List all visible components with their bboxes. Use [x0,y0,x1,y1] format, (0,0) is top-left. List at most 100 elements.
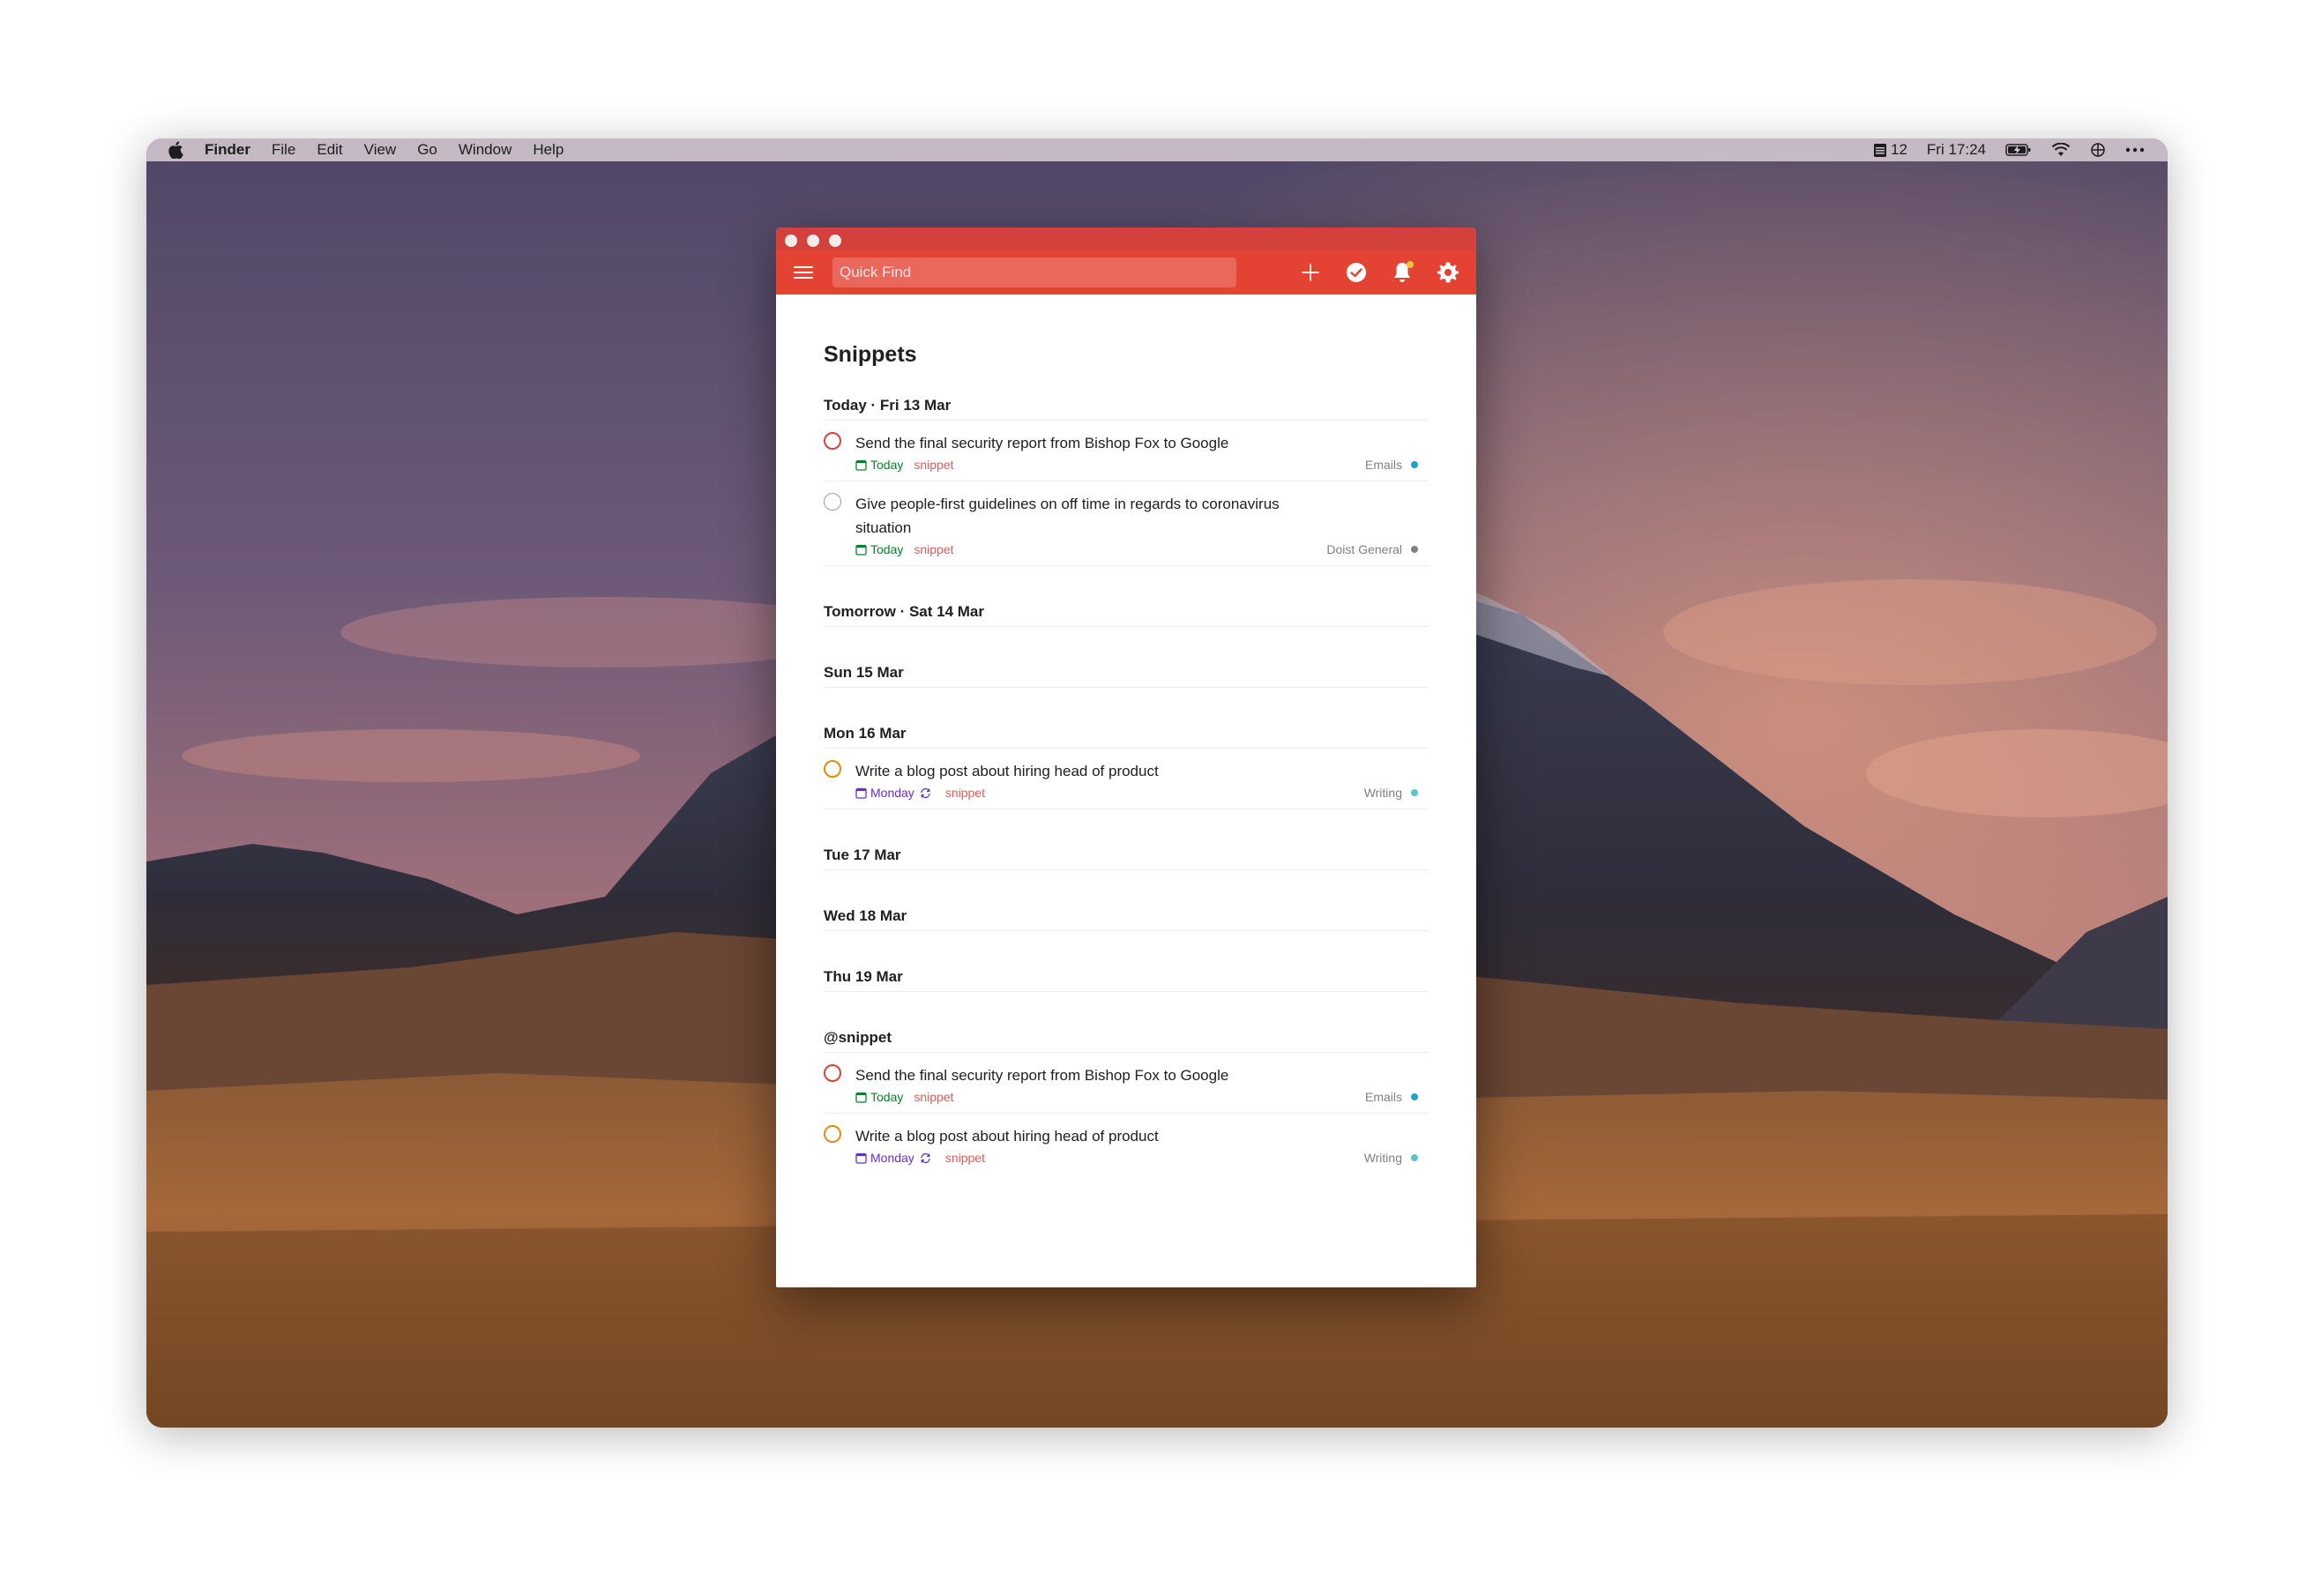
task-content[interactable]: Give people-first guidelines on off time… [855,492,1296,540]
todoist-window: Snippets Today · Fri 13 Mar Send the fin… [776,227,1476,1287]
desktop-screen: Finder File Edit View Go Window Help 12 … [146,138,2168,1428]
menu-clock[interactable]: Fri 17:24 [1927,141,1986,159]
menu-finder[interactable]: Finder [205,141,250,159]
section-header-wed: Wed 18 Mar [824,870,1429,931]
task-checkbox[interactable] [824,493,841,511]
task-meta: Today snippet [855,456,1429,474]
task-item[interactable]: Send the final security report from Bish… [824,421,1429,481]
task-item[interactable]: Give people-first guidelines on off time… [824,481,1429,565]
gear-icon [1437,262,1459,283]
task-meta: Monday snippet [855,784,1429,802]
project-color-dot [1411,1093,1418,1100]
add-task-button[interactable] [1298,260,1323,285]
task-item[interactable]: Write a blog post about hiring head of p… [824,1114,1429,1174]
label-tag[interactable]: snippet [945,1151,985,1165]
due-date[interactable]: Monday [855,786,935,800]
task-checkbox[interactable] [824,1125,841,1143]
section-snippet-label: @snippet Send the final security report … [824,992,1429,1174]
battery-icon[interactable] [2005,143,2032,157]
section-header-mon: Mon 16 Mar [824,688,1429,749]
task-checkbox[interactable] [824,432,841,450]
menu-go[interactable]: Go [417,141,437,159]
menu-view[interactable]: View [364,141,397,159]
project-color-dot [1411,546,1418,553]
task-checkbox[interactable] [824,1064,841,1082]
close-window-button[interactable] [785,235,797,247]
calendar-status[interactable]: 12 [1873,141,1907,159]
notifications-button[interactable] [1390,260,1415,285]
task-content[interactable]: Send the final security report from Bish… [855,1063,1296,1087]
menu-bar: Finder File Edit View Go Window Help 12 … [146,138,2168,161]
zoom-window-button[interactable] [829,235,841,247]
project-color-dot [1411,1154,1418,1161]
calendar-icon [1873,144,1886,157]
section-tue: Tue 17 Mar [824,809,1429,870]
control-center-icon[interactable] [2090,142,2106,158]
productivity-button[interactable] [1344,260,1369,285]
check-circle-icon [1347,263,1366,282]
due-date[interactable]: Today [855,1090,903,1104]
apple-icon[interactable] [168,141,183,159]
section-tomorrow: Tomorrow · Sat 14 Mar [824,566,1429,627]
section-today: Today · Fri 13 Mar Send the final securi… [824,377,1429,566]
calendar-number: 12 [1890,141,1907,158]
project-tag[interactable]: Emails [1365,458,1418,472]
task-content[interactable]: Write a blog post about hiring head of p… [855,759,1296,783]
section-mon: Mon 16 Mar Write a blog post about hirin… [824,688,1429,809]
calendar-icon [855,459,867,471]
task-content[interactable]: Send the final security report from Bish… [855,431,1296,455]
project-tag[interactable]: Emails [1365,1090,1418,1104]
quick-find-input[interactable] [832,257,1236,287]
section-header-tue: Tue 17 Mar [824,809,1429,870]
section-header-today: Today · Fri 13 Mar [824,377,1429,421]
hamburger-icon[interactable] [794,265,813,280]
section-header-tomorrow: Tomorrow · Sat 14 Mar [824,566,1429,627]
project-tag[interactable]: Writing [1364,786,1418,800]
repeat-icon [921,1152,930,1163]
menu-window[interactable]: Window [459,141,511,159]
label-tag[interactable]: snippet [945,786,985,800]
section-sun: Sun 15 Mar [824,627,1429,688]
label-tag[interactable]: snippet [914,1090,953,1104]
task-meta: Monday snippet [855,1149,1429,1167]
calendar-icon [855,1092,867,1103]
task-checkbox[interactable] [824,760,841,778]
window-titlebar[interactable] [776,227,1476,250]
minimize-window-button[interactable] [807,235,819,247]
menu-file[interactable]: File [272,141,295,159]
project-color-dot [1411,461,1418,468]
settings-button[interactable] [1436,260,1460,285]
calendar-icon [855,787,867,799]
calendar-icon [855,544,867,556]
section-wed: Wed 18 Mar [824,870,1429,931]
task-meta: Today snippet [855,1088,1429,1106]
more-icon[interactable] [2125,147,2145,153]
calendar-icon [855,1152,867,1164]
section-header-sun: Sun 15 Mar [824,627,1429,688]
task-content[interactable]: Write a blog post about hiring head of p… [855,1124,1296,1148]
task-item[interactable]: Write a blog post about hiring head of p… [824,749,1429,809]
due-date[interactable]: Today [855,542,903,556]
menu-help[interactable]: Help [533,141,564,159]
due-date[interactable]: Today [855,458,903,472]
project-tag[interactable]: Writing [1364,1151,1418,1165]
task-item[interactable]: Send the final security report from Bish… [824,1053,1429,1114]
menu-edit[interactable]: Edit [317,141,342,159]
main-content: Snippets Today · Fri 13 Mar Send the fin… [776,295,1476,1287]
repeat-icon [921,787,930,798]
due-date[interactable]: Monday [855,1151,935,1165]
project-tag[interactable]: Doist General [1326,542,1418,556]
label-tag[interactable]: snippet [914,458,953,472]
project-color-dot [1411,789,1418,796]
section-header-thu: Thu 19 Mar [824,931,1429,992]
toolbar-actions [1277,250,1460,295]
section-thu: Thu 19 Mar [824,931,1429,992]
wifi-icon[interactable] [2051,143,2071,157]
menu-bar-status: 12 Fri 17:24 [1854,141,2145,159]
label-tag[interactable]: snippet [914,542,953,556]
notification-badge [1407,261,1414,268]
top-toolbar [776,250,1476,295]
section-header-snippet: @snippet [824,992,1429,1053]
plus-icon [1302,264,1319,281]
page-title: Snippets [824,342,917,367]
